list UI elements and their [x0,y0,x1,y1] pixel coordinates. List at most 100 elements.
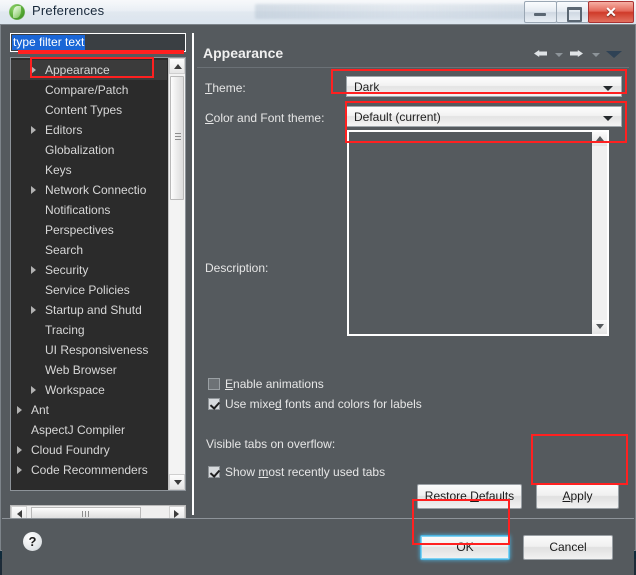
tree-item-label: Compare/Patch [45,83,129,97]
cancel-button[interactable]: Cancel [523,535,613,560]
expand-arrow-icon[interactable] [31,66,36,74]
tree-item-label: Ant [31,403,50,417]
expand-arrow-icon[interactable] [17,466,22,474]
help-icon[interactable]: ? [23,532,42,551]
preferences-tree-pane: type filter text Appearance Compare/Patch… [8,33,192,522]
tree-item-label: Cloud Foundry [31,443,110,457]
color-font-theme-label: Color and Font theme: [205,111,325,125]
tree-item-appearance[interactable]: Appearance [11,60,167,80]
tree-item-security[interactable]: Security [11,260,167,280]
chevron-down-icon [603,86,613,91]
pane-divider[interactable] [192,33,194,515]
chevron-down-icon[interactable] [603,43,625,65]
tree-item-editors[interactable]: Editors [11,120,167,140]
tree-item-search[interactable]: Search [11,240,167,260]
page-navigation [529,41,625,67]
tree-vertical-scrollbar[interactable] [168,58,185,490]
preferences-tree[interactable]: Appearance Compare/Patch Content Types Edit… [10,57,186,491]
tree-item-startup-and-shutd[interactable]: Startup and Shutd [11,300,167,320]
scroll-down-icon[interactable] [169,474,185,490]
ok-button[interactable]: OK [420,535,510,560]
tree-item-label: UI Responsiveness [45,343,149,357]
forward-history-caret-icon[interactable] [591,43,600,65]
maximize-button[interactable] [556,1,589,23]
tree-item-network-connectio[interactable]: Network Connectio [11,180,167,200]
expand-arrow-icon[interactable] [17,406,22,414]
chevron-down-icon [603,116,613,121]
tree-item-label: Workspace [45,383,105,397]
tree-item-ui-responsiveness[interactable]: UI Responsiveness [11,340,167,360]
tree-item-label: Security [45,263,89,277]
minimize-icon [534,13,546,16]
tree-item-tracing[interactable]: Tracing [11,320,167,340]
minimize-button[interactable] [524,1,557,23]
arrow-left-icon[interactable] [529,43,551,65]
tree-item-label: AspectJ Compiler [31,423,126,437]
tree-item-ant[interactable]: Ant [11,400,167,420]
tree-item-cloud-foundry[interactable]: Cloud Foundry [11,440,167,460]
filter-input[interactable]: type filter text [10,33,186,52]
expand-arrow-icon[interactable] [31,186,36,194]
description-scrollbar[interactable] [592,132,607,334]
window-controls: ✕ [524,1,634,23]
tree-item-label: Globalization [45,143,115,157]
checkbox-box [208,398,220,410]
theme-combobox[interactable]: Dark [346,76,622,97]
description-textarea[interactable] [347,130,609,336]
description-label: Description: [205,261,269,275]
color-font-theme-combobox[interactable]: Default (current) [346,106,622,127]
tree-item-label: Perspectives [45,223,114,237]
tree-item-content-types[interactable]: Content Types [11,100,167,120]
tree-item-label: Network Connectio [45,183,147,197]
tree-item-perspectives[interactable]: Perspectives [11,220,167,240]
color-font-theme-label-text: olor and Font theme: [213,111,325,125]
restore-defaults-button[interactable]: Restore Defaults [417,484,522,509]
expand-arrow-icon[interactable] [31,126,36,134]
arrow-right-icon[interactable] [566,43,588,65]
expand-arrow-icon[interactable] [31,266,36,274]
tree-item-workspace[interactable]: Workspace [11,380,167,400]
expand-arrow-icon[interactable] [31,306,36,314]
tree-item-label: Startup and Shutd [45,303,142,317]
visible-tabs-label: Visible tabs on overflow: [206,437,336,451]
tree-item-globalization[interactable]: Globalization [11,140,167,160]
eclipse-leaf-icon [9,4,25,20]
tree-scroll-thumb[interactable] [170,76,184,200]
tree-item-label: Appearance [45,63,110,77]
preferences-window: Preferences ✕ type filter text Appearanc… [0,0,636,575]
window-titlebar[interactable]: Preferences ✕ [0,0,636,25]
tree-item-label: Service Policies [45,283,130,297]
tree-item-label: Code Recommenders [31,463,148,477]
expand-arrow-icon[interactable] [31,386,36,394]
theme-label: Theme: [205,81,246,95]
theme-value: Dark [354,80,380,94]
tree-item-code-recommenders[interactable]: Code Recommenders [11,460,167,480]
tree-item-notifications[interactable]: Notifications [11,200,167,220]
tree-item-keys[interactable]: Keys [11,160,167,180]
tree-item-label: Content Types [45,103,123,117]
tree-item-service-policies[interactable]: Service Policies [11,280,167,300]
tree-item-label: Keys [45,163,72,177]
scroll-up-icon[interactable] [592,132,607,146]
tree-item-label: Web Browser [45,363,117,377]
color-font-theme-value: Default (current) [354,110,441,124]
checkbox-box [208,378,220,390]
close-button[interactable]: ✕ [588,1,634,23]
tree-item-label: Notifications [45,203,111,217]
tree-item-label: Search [45,243,84,257]
page-title: Appearance [203,45,284,61]
window-body: type filter text Appearance Compare/Patch… [0,24,636,575]
tree-item-label: Tracing [45,323,85,337]
screen: Preferences ✕ type filter text Appearanc… [0,0,636,575]
tree-item-web-browser[interactable]: Web Browser [11,360,167,380]
hscroll-thumb-grip [82,511,90,517]
dialog-footer: ? OK Cancel [2,518,634,575]
back-history-caret-icon[interactable] [554,43,563,65]
tree-item-aspectj-compiler[interactable]: AspectJ Compiler [11,420,167,440]
tree-items: Appearance Compare/Patch Content Types Edit… [11,60,167,480]
apply-button[interactable]: Apply [536,484,619,509]
tree-item-compare-patch[interactable]: Compare/Patch [11,80,167,100]
scroll-down-icon[interactable] [592,320,607,334]
scroll-up-icon[interactable] [169,58,185,74]
expand-arrow-icon[interactable] [17,446,22,454]
